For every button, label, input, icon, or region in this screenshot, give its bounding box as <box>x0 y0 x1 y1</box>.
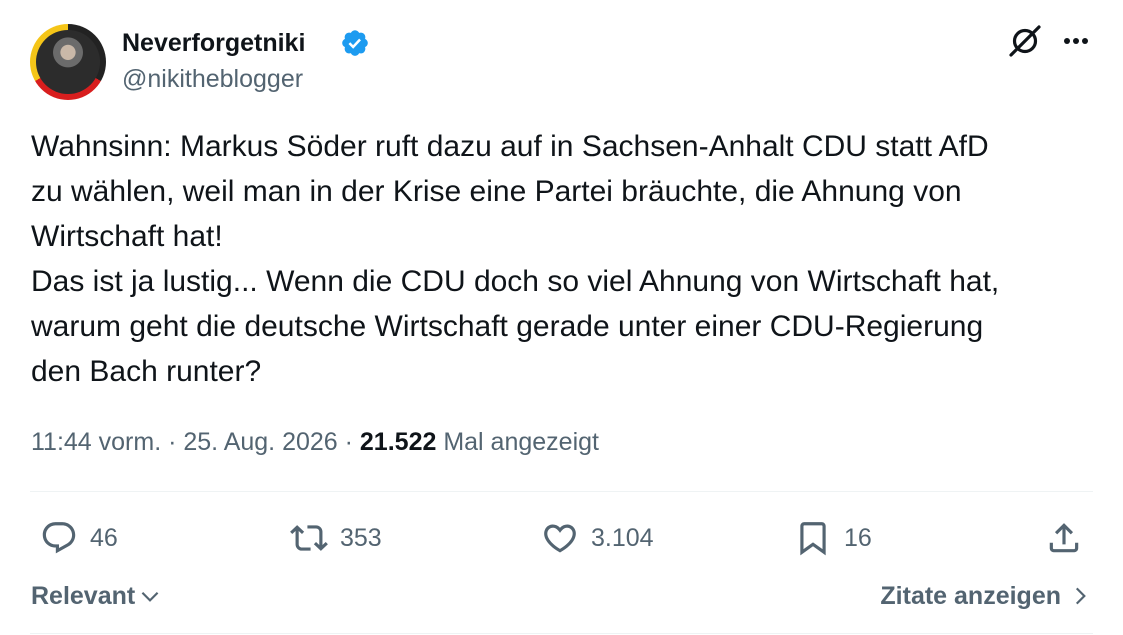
like-count: 3.104 <box>591 523 654 552</box>
chevron-down-icon <box>141 591 159 602</box>
views-count[interactable]: 21.522 <box>360 428 436 456</box>
more-icon[interactable] <box>1060 30 1092 52</box>
tweet-date[interactable]: 25. Aug. 2026 <box>183 428 337 456</box>
tweet-text-line: den Bach runter? <box>31 355 262 388</box>
display-name[interactable]: Neverforgetniki <box>122 28 305 58</box>
grok-icon[interactable] <box>1006 22 1044 60</box>
tweet-text-line: Das ist ja lustig... Wenn die CDU doch s… <box>31 265 1000 298</box>
views-label[interactable]: Mal angezeigt <box>436 428 599 456</box>
like-button[interactable]: 3.104 <box>541 516 654 560</box>
quotes-label: Zitate anzeigen <box>880 582 1061 610</box>
tweet-text: Wahnsinn: Markus Söder ruft dazu auf in … <box>31 124 1101 394</box>
share-button[interactable] <box>1045 516 1083 560</box>
bookmark-icon <box>800 522 826 556</box>
bookmark-count: 16 <box>844 523 872 552</box>
reply-count: 46 <box>90 523 118 552</box>
tweet-text-line: Wirtschaft hat! <box>31 220 223 253</box>
divider <box>30 633 1093 634</box>
tweet-text-line: Wahnsinn: Markus Söder ruft dazu auf in … <box>31 130 989 163</box>
tweet-text-line: zu wählen, weil man in der Krise eine Pa… <box>31 175 962 208</box>
meta-separator: · <box>161 428 184 456</box>
tweet-meta: 11:44 vorm. · 25. Aug. 2026 · 21.522 Mal… <box>31 424 599 460</box>
verified-badge-icon[interactable] <box>340 28 370 58</box>
heart-icon <box>544 524 576 553</box>
share-icon <box>1049 523 1079 553</box>
reply-button[interactable]: 46 <box>40 516 118 560</box>
divider <box>30 491 1093 492</box>
handle[interactable]: @nikitheblogger <box>122 64 303 94</box>
meta-separator: · <box>337 428 360 456</box>
repost-count: 353 <box>340 523 382 552</box>
reply-icon <box>42 522 76 554</box>
tweet-text-line: warum geht die deutsche Wirtschaft gerad… <box>31 310 984 343</box>
avatar[interactable] <box>30 24 106 100</box>
avatar-photo <box>36 30 100 94</box>
sort-label: Relevant <box>31 582 136 610</box>
bookmark-button[interactable]: 16 <box>794 516 872 560</box>
chevron-right-icon <box>1075 587 1086 605</box>
repost-button[interactable]: 353 <box>290 516 382 560</box>
repost-icon <box>290 525 328 551</box>
sort-replies-dropdown[interactable]: Relevant <box>31 578 163 614</box>
tweet-time[interactable]: 11:44 vorm. <box>31 428 161 456</box>
view-quotes-link[interactable]: Zitate anzeigen <box>880 578 1093 614</box>
